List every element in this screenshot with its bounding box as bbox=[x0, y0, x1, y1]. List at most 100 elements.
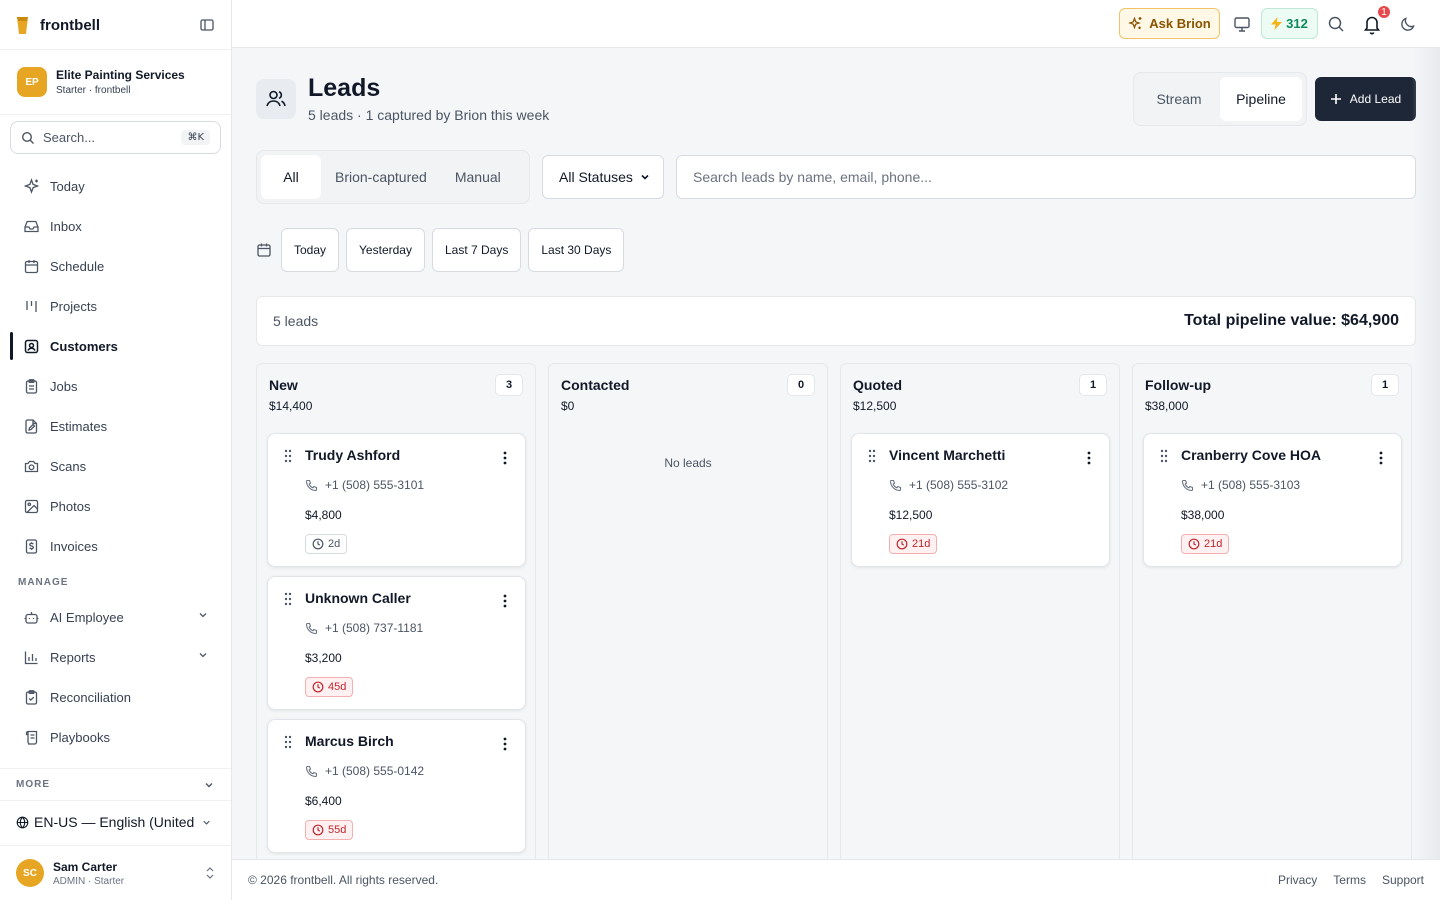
notification-badge: 1 bbox=[1376, 4, 1392, 20]
phone-icon bbox=[889, 479, 902, 492]
sidebar-item-label: Invoices bbox=[50, 538, 98, 554]
lead-phone[interactable]: +1 (508) 555-3102 bbox=[889, 478, 1008, 492]
sidebar-item-photos[interactable]: Photos bbox=[10, 489, 221, 523]
chevrons-up-down-icon bbox=[205, 866, 215, 880]
date-filter-today[interactable]: Today bbox=[281, 228, 340, 272]
sidebar-item-label: Reports bbox=[50, 649, 96, 665]
sidebar-item-schedule[interactable]: Schedule bbox=[10, 249, 221, 283]
sidebar-item-scans[interactable]: Scans bbox=[10, 449, 221, 483]
lead-phone[interactable]: +1 (508) 555-3103 bbox=[1181, 478, 1300, 492]
ask-brion-button[interactable]: Ask Brion bbox=[1119, 8, 1220, 39]
date-filter-yesterday[interactable]: Yesterday bbox=[346, 228, 425, 272]
sparkles-icon bbox=[1128, 16, 1143, 31]
moon-icon[interactable] bbox=[1398, 14, 1418, 34]
clock-icon bbox=[312, 681, 324, 693]
more-vertical-icon[interactable] bbox=[503, 594, 507, 608]
more-section-toggle[interactable]: MORE bbox=[0, 768, 231, 801]
drag-handle-icon[interactable] bbox=[284, 735, 292, 749]
sidebar-search-placeholder: Search... bbox=[43, 130, 96, 145]
sidebar-collapse-icon[interactable] bbox=[199, 17, 215, 33]
brand[interactable]: frontbell bbox=[16, 14, 100, 36]
more-vertical-icon[interactable] bbox=[503, 451, 507, 465]
lead-phone[interactable]: +1 (508) 555-3101 bbox=[305, 478, 424, 492]
sidebar-item-invoices[interactable]: Invoices bbox=[10, 529, 221, 563]
lead-card[interactable]: Trudy Ashford +1 (508) 555-3101 $4,800 2… bbox=[267, 433, 526, 567]
drag-handle-icon[interactable] bbox=[1160, 449, 1168, 463]
sidebar-item-estimates[interactable]: Estimates bbox=[10, 409, 221, 443]
lead-phone-number: +1 (508) 555-3103 bbox=[1201, 478, 1301, 492]
language-selector[interactable]: EN-US — English (United bbox=[16, 812, 216, 832]
column-value: $38,000 bbox=[1145, 399, 1189, 413]
lead-search-placeholder: Search leads by name, email, phone... bbox=[693, 169, 932, 185]
status-select[interactable]: All Statuses bbox=[542, 155, 664, 199]
lead-age-badge: 55d bbox=[305, 820, 354, 840]
lead-search-input[interactable]: Search leads by name, email, phone... bbox=[676, 155, 1416, 199]
lead-count: 5 leads bbox=[273, 313, 319, 329]
view-pipeline-tab[interactable]: Pipeline bbox=[1220, 77, 1302, 121]
sidebar-item-inbox[interactable]: Inbox bbox=[10, 209, 221, 243]
page-title: Leads bbox=[308, 74, 381, 102]
sidebar-item-customers[interactable]: Customers bbox=[10, 329, 221, 363]
sidebar-item-reconciliation[interactable]: Reconciliation bbox=[10, 680, 221, 714]
chevron-down-icon bbox=[197, 649, 209, 661]
view-stream-tab[interactable]: Stream bbox=[1138, 77, 1220, 121]
camera-icon bbox=[22, 457, 40, 475]
filter-all-tab[interactable]: All bbox=[261, 155, 321, 199]
date-filter-last-7-days[interactable]: Last 7 Days bbox=[431, 228, 522, 272]
column-value: $12,500 bbox=[853, 399, 897, 413]
credits-badge[interactable]: 312 bbox=[1261, 8, 1318, 39]
filter-manual-tab[interactable]: Manual bbox=[441, 155, 515, 199]
footer-link-terms[interactable]: Terms bbox=[1333, 873, 1366, 887]
footer-link-support[interactable]: Support bbox=[1382, 873, 1424, 887]
user-menu[interactable]: SC Sam Carter ADMIN · Starter bbox=[0, 845, 231, 900]
date-filter-last-30-days[interactable]: Last 30 Days bbox=[528, 228, 625, 272]
credits-count: 312 bbox=[1286, 16, 1308, 31]
sidebar-item-label: Schedule bbox=[50, 258, 105, 274]
lead-card[interactable]: Vincent Marchetti +1 (508) 555-3102 $12,… bbox=[851, 433, 1110, 567]
lead-phone[interactable]: +1 (508) 555-0142 bbox=[305, 764, 424, 778]
filter-brion-captured-tab[interactable]: Brion-captured bbox=[321, 155, 441, 199]
drag-handle-icon[interactable] bbox=[868, 449, 876, 463]
search-shortcut: ⌘K bbox=[181, 130, 210, 145]
chevron-down-icon bbox=[639, 171, 651, 183]
org-switcher[interactable]: EP Elite Painting Services Starter · fro… bbox=[0, 49, 231, 115]
sidebar-item-label: Jobs bbox=[50, 378, 78, 394]
lead-card[interactable]: Marcus Birch +1 (508) 555-0142 $6,400 55… bbox=[267, 719, 526, 853]
clock-icon bbox=[312, 538, 324, 550]
add-lead-button[interactable]: Add Lead bbox=[1315, 77, 1416, 121]
sidebar-item-projects[interactable]: Projects bbox=[10, 289, 221, 323]
date-filter-row: Today Yesterday Last 7 Days Last 30 Days bbox=[256, 228, 631, 272]
drag-handle-icon[interactable] bbox=[284, 592, 292, 606]
footer: © 2026 frontbell. All rights reserved. P… bbox=[232, 859, 1440, 900]
lead-amount: $3,200 bbox=[305, 651, 342, 665]
lead-age-badge: 21d bbox=[1181, 534, 1230, 554]
sidebar-item-ai-employee[interactable]: AI Employee bbox=[10, 600, 221, 634]
clock-icon bbox=[312, 824, 324, 836]
lead-card[interactable]: Unknown Caller +1 (508) 737-1181 $3,200 … bbox=[267, 576, 526, 710]
sidebar-item-today[interactable]: Today bbox=[10, 169, 221, 203]
more-vertical-icon[interactable] bbox=[1087, 451, 1091, 465]
sidebar-item-playbooks[interactable]: Playbooks bbox=[10, 720, 221, 754]
more-vertical-icon[interactable] bbox=[503, 737, 507, 751]
monitor-icon[interactable] bbox=[1232, 14, 1252, 34]
sidebar-search[interactable]: Search... ⌘K bbox=[10, 121, 221, 154]
lead-age: 2d bbox=[328, 538, 341, 550]
add-lead-label: Add Lead bbox=[1349, 92, 1402, 106]
contact-icon bbox=[22, 337, 40, 355]
sidebar-item-reports[interactable]: Reports bbox=[10, 640, 221, 674]
chevron-down-icon bbox=[201, 817, 212, 828]
search-icon[interactable] bbox=[1326, 14, 1346, 34]
lead-card[interactable]: Cranberry Cove HOA +1 (508) 555-3103 $38… bbox=[1143, 433, 1402, 567]
column-count-badge: 1 bbox=[1371, 374, 1399, 396]
lead-phone[interactable]: +1 (508) 737-1181 bbox=[305, 621, 423, 635]
footer-link-privacy[interactable]: Privacy bbox=[1278, 873, 1317, 887]
column-count-badge: 1 bbox=[1079, 374, 1107, 396]
lead-name: Unknown Caller bbox=[305, 590, 411, 606]
scroll-icon bbox=[22, 728, 40, 746]
drag-handle-icon[interactable] bbox=[284, 449, 292, 463]
pipeline-column-new: New $14,400 3 Trudy Ashford +1 (508) 555… bbox=[256, 363, 536, 863]
more-vertical-icon[interactable] bbox=[1379, 451, 1383, 465]
sidebar-item-jobs[interactable]: Jobs bbox=[10, 369, 221, 403]
phone-icon bbox=[1181, 479, 1194, 492]
avatar: SC bbox=[16, 859, 44, 887]
